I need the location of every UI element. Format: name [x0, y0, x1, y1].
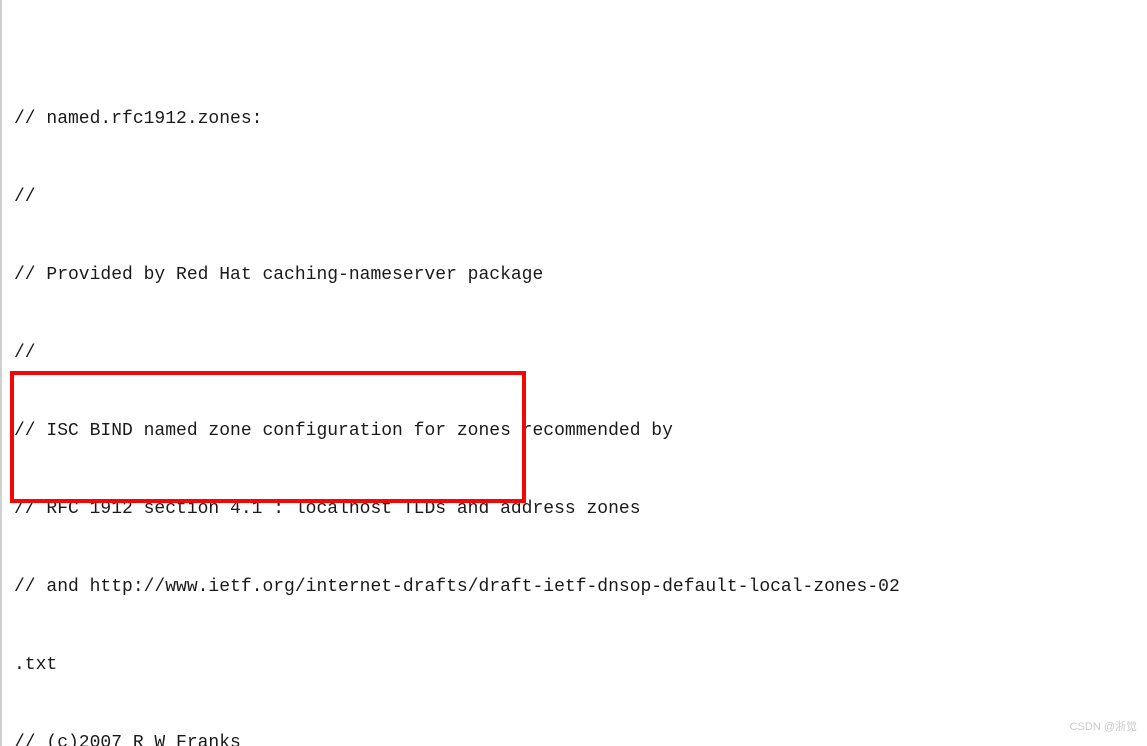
- code-line: // (c)2007 R W Franks: [14, 730, 1147, 746]
- code-line: .txt: [14, 652, 1147, 678]
- code-line: //: [14, 184, 1147, 210]
- code-line: // Provided by Red Hat caching-nameserve…: [14, 262, 1147, 288]
- watermark: CSDN @浙觉: [1070, 714, 1137, 740]
- config-file-view: // named.rfc1912.zones: // // Provided b…: [0, 0, 1147, 746]
- code-line: // named.rfc1912.zones:: [14, 106, 1147, 132]
- code-line: //: [14, 340, 1147, 366]
- code-line: // ISC BIND named zone configuration for…: [14, 418, 1147, 444]
- code-line: // RFC 1912 section 4.1 : localhost TLDs…: [14, 496, 1147, 522]
- code-line: // and http://www.ietf.org/internet-draf…: [14, 574, 1147, 600]
- left-border: [0, 0, 2, 746]
